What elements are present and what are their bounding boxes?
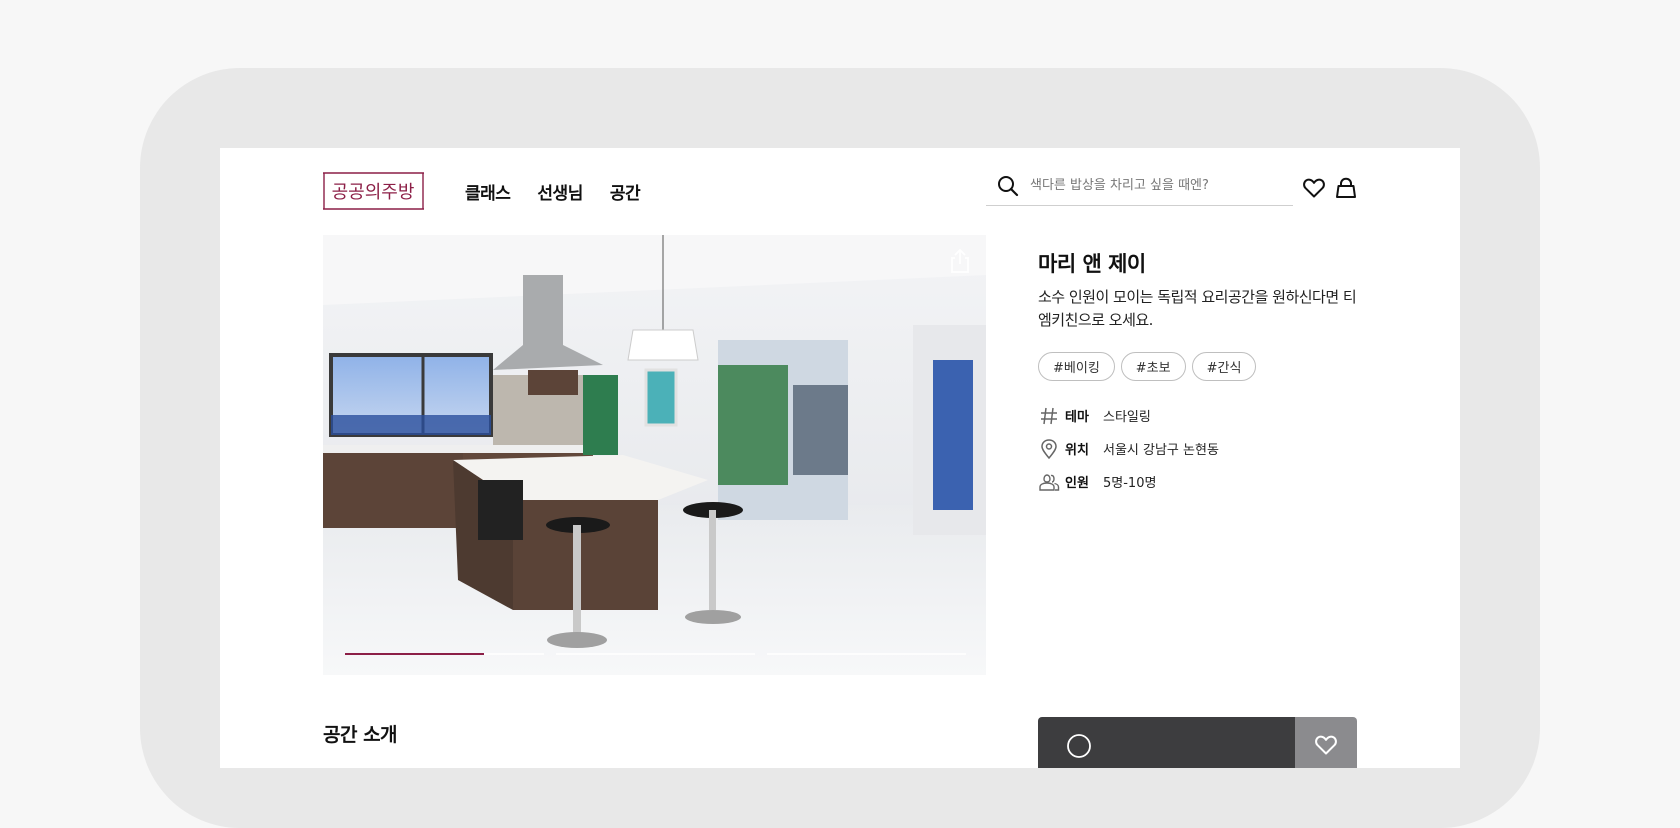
meta-key: 테마 bbox=[1065, 410, 1089, 425]
space-description: 소수 인원이 모이는 독립적 요리공간을 원하신다면 티엠키친으로 오세요. bbox=[1038, 288, 1357, 329]
hash-icon bbox=[1041, 407, 1057, 424]
heart-icon[interactable] bbox=[1302, 176, 1326, 200]
nav-item-teacher[interactable]: 선생님 bbox=[537, 179, 583, 204]
search-icon[interactable] bbox=[996, 174, 1020, 198]
tag-chip[interactable]: #초보 bbox=[1120, 352, 1186, 381]
slide-progress-fill bbox=[345, 653, 485, 655]
meta-value: 스타일링 bbox=[1103, 410, 1151, 425]
meta-row-capacity: 인원 5명-10명 bbox=[1038, 465, 1368, 498]
search-bar bbox=[986, 166, 1293, 206]
hero-image[interactable] bbox=[323, 235, 986, 675]
people-icon bbox=[1039, 473, 1060, 491]
reserve-button[interactable] bbox=[1038, 717, 1295, 768]
share-icon[interactable] bbox=[946, 247, 974, 275]
heart-icon bbox=[1315, 735, 1337, 755]
meta-value: 5명-10명 bbox=[1103, 476, 1157, 491]
meta-key: 인원 bbox=[1065, 476, 1089, 491]
space-info: 마리 앤 제이 소수 인원이 모이는 독립적 요리공간을 원하신다면 티엠키친으… bbox=[1038, 248, 1368, 498]
nav-item-class[interactable]: 클래스 bbox=[465, 179, 511, 204]
main-nav: 클래스 선생님 공간 bbox=[465, 179, 641, 204]
tag-list: #베이킹 #초보 #간식 bbox=[1038, 352, 1368, 381]
svg-text:공공의주방: 공공의주방 bbox=[332, 182, 415, 203]
space-title: 마리 앤 제이 bbox=[1038, 252, 1146, 276]
wishlist-button[interactable] bbox=[1295, 717, 1357, 768]
slide-indicator-track[interactable] bbox=[345, 653, 544, 655]
bag-icon[interactable] bbox=[1334, 176, 1358, 200]
app-screen: 공공의주방 클래스 선생님 공간 색다른 밥상을 차리고 싶을 때엔? 마리 앤… bbox=[220, 148, 1460, 768]
location-pin-icon bbox=[1041, 438, 1057, 459]
header: 공공의주방 클래스 선생님 공간 bbox=[220, 148, 1460, 236]
meta-row-theme: 테마 스타일링 bbox=[1038, 399, 1368, 432]
slide-indicator bbox=[345, 653, 966, 655]
space-meta: 테마 스타일링 위치 서울시 강남구 논현동 인원 5명-10명 bbox=[1038, 399, 1368, 498]
section-title-space-intro: 공간 소개 bbox=[323, 724, 398, 746]
meta-key: 위치 bbox=[1065, 443, 1089, 458]
meta-row-location: 위치 서울시 강남구 논현동 bbox=[1038, 432, 1368, 465]
chat-icon bbox=[1067, 734, 1091, 758]
search-input[interactable] bbox=[1030, 178, 1280, 193]
kitchen-photo bbox=[323, 235, 986, 675]
slide-indicator-track[interactable] bbox=[767, 653, 966, 655]
slide-indicator-track[interactable] bbox=[556, 653, 755, 655]
tag-chip[interactable]: #베이킹 bbox=[1038, 352, 1115, 381]
brand-logo[interactable]: 공공의주방 bbox=[323, 172, 424, 210]
meta-value: 서울시 강남구 논현동 bbox=[1103, 443, 1219, 458]
tag-chip[interactable]: #간식 bbox=[1191, 352, 1257, 381]
nav-item-space[interactable]: 공간 bbox=[610, 179, 641, 204]
